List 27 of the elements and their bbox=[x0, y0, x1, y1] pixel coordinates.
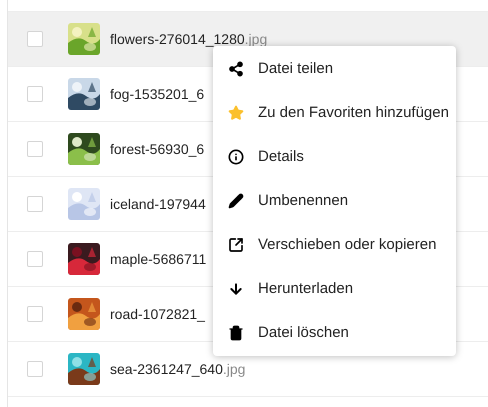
file-name[interactable]: maple-5686711 bbox=[110, 248, 206, 270]
checkbox[interactable] bbox=[27, 141, 43, 157]
star-icon bbox=[228, 105, 244, 121]
menu-item[interactable]: Zu den Favoriten hinzufügen bbox=[213, 91, 456, 135]
trash-icon bbox=[228, 325, 244, 341]
checkbox[interactable] bbox=[27, 251, 43, 267]
checkbox[interactable] bbox=[27, 361, 43, 377]
menu-item[interactable]: Herunterladen bbox=[213, 267, 456, 311]
menu-item[interactable]: Datei löschen bbox=[213, 311, 456, 355]
checkbox[interactable] bbox=[27, 306, 43, 322]
menu-item[interactable]: Details bbox=[213, 135, 456, 179]
file-name[interactable]: sea-2361247_640.jpg bbox=[110, 358, 246, 380]
menu-item[interactable]: Umbenennen bbox=[213, 179, 456, 223]
checkbox[interactable] bbox=[27, 86, 43, 102]
info-icon bbox=[228, 149, 244, 165]
pencil-icon bbox=[228, 193, 244, 209]
file-name[interactable]: road-1072821_ bbox=[110, 304, 205, 324]
file-name[interactable]: fog-1535201_6 bbox=[110, 84, 204, 104]
checkbox[interactable] bbox=[27, 196, 43, 212]
checkbox[interactable] bbox=[27, 31, 43, 47]
download-icon bbox=[228, 281, 244, 297]
file-name[interactable]: forest-56930_6 bbox=[110, 138, 204, 160]
share-icon bbox=[228, 61, 244, 77]
menu-item[interactable]: Datei teilen bbox=[213, 47, 456, 91]
external-link-icon bbox=[228, 237, 244, 253]
file-name[interactable]: iceland-197944 bbox=[110, 194, 206, 214]
menu-item[interactable]: Verschieben oder kopieren bbox=[213, 223, 456, 267]
